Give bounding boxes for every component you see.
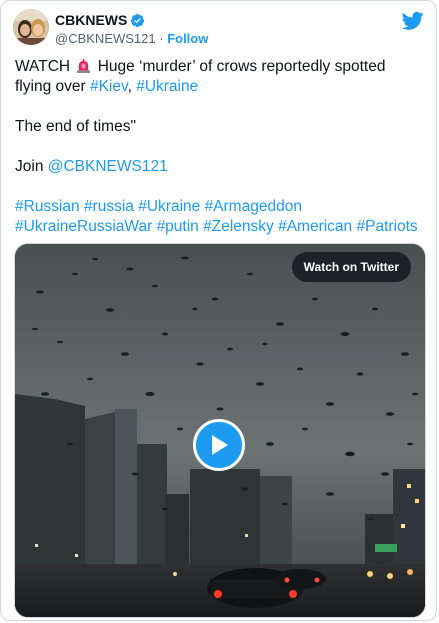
text-flying: flying over [15,78,90,95]
text-line1: Huge ‘murder’ of crows reportedly spotte… [93,58,386,75]
handle[interactable]: @CBKNEWS121 [55,31,156,46]
text-join: Join [15,158,48,175]
hashtag-row-1: #Russian #russia #Ukraine #Armageddon [15,197,426,217]
hashtag[interactable]: #Ukraine [138,198,200,215]
watch-on-twitter-button[interactable]: Watch on Twitter [291,252,411,282]
hashtag[interactable]: #Armageddon [205,198,302,215]
handle-row: @CBKNEWS121 · Follow [55,30,208,48]
mention-cbknews[interactable]: @CBKNEWS121 [48,158,168,175]
video-media[interactable]: Watch on Twitter [14,243,426,618]
tweet-line-join: Join @CBKNEWS121 [15,157,426,177]
hashtag[interactable]: #russia [84,198,134,215]
tweet-line-3: The end of times" [15,118,136,135]
display-name[interactable]: CBKNEWS [55,12,127,28]
play-button[interactable] [193,419,245,471]
siren-emoji-icon [76,58,91,73]
hashtag-row-2: #UkraineRussiaWar #putin #Zelensky #Amer… [15,217,426,237]
tweet-line-1: WATCH Huge ‘murder’ of crows reportedly … [15,57,426,77]
tweet-line-2: flying over #Kiev, #Ukraine [15,77,426,97]
text-comma: , [127,78,137,95]
hashtag[interactable]: #UkraineRussiaWar [15,218,152,235]
follow-button[interactable]: Follow [167,31,208,46]
tweet-card: CBKNEWS @CBKNEWS121 · Follow WATCH Huge … [0,0,437,621]
twitter-bird-icon[interactable] [401,11,424,31]
author-block: CBKNEWS @CBKNEWS121 · Follow [55,11,208,48]
hashtag[interactable]: #Russian [15,198,80,215]
play-icon [212,435,228,455]
hashtag[interactable]: #putin [157,218,199,235]
tweet-header: CBKNEWS @CBKNEWS121 · Follow [13,9,424,49]
hashtag[interactable]: #Patriots [356,218,417,235]
hashtag[interactable]: #Zelensky [203,218,274,235]
avatar[interactable] [13,9,49,45]
hashtag-kiev[interactable]: #Kiev [90,78,128,95]
tweet-body: WATCH Huge ‘murder’ of crows reportedly … [15,57,426,237]
verified-badge-icon [130,13,145,28]
hashtag-ukraine[interactable]: #Ukraine [136,78,198,95]
separator: · [155,31,168,46]
text-watch: WATCH [15,58,75,75]
hashtag[interactable]: #American [278,218,352,235]
